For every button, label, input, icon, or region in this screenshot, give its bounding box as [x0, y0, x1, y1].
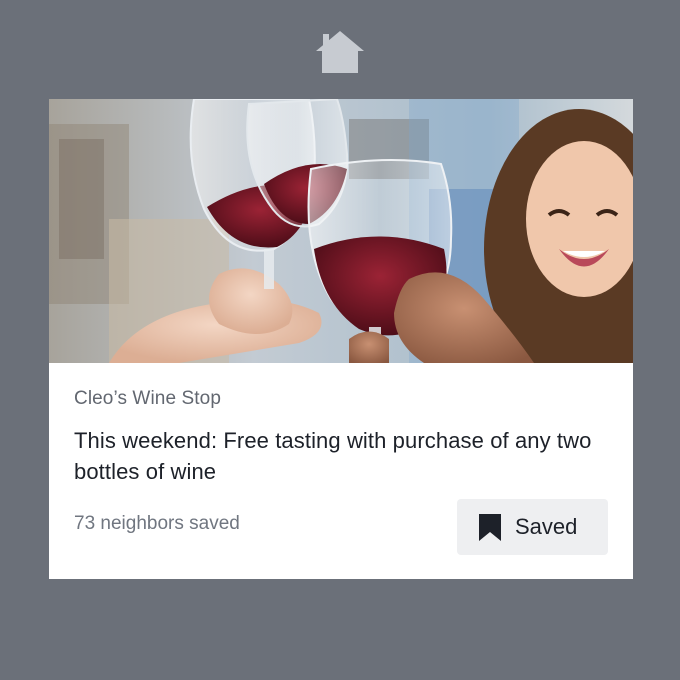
- post-body: Cleo’s Wine Stop This weekend: Free tast…: [49, 363, 633, 579]
- saved-count: 73 neighbors saved: [74, 513, 240, 534]
- business-name[interactable]: Cleo’s Wine Stop: [74, 388, 221, 410]
- saved-button-label: Saved: [515, 514, 578, 539]
- bookmark-icon: [479, 513, 501, 541]
- home-icon[interactable]: [315, 30, 365, 74]
- wine-toast-photo[interactable]: [49, 99, 633, 363]
- post-headline[interactable]: This weekend: Free tasting with purchase…: [74, 425, 604, 487]
- post-card[interactable]: Cleo’s Wine Stop This weekend: Free tast…: [49, 99, 633, 579]
- photo-illustration: [49, 99, 633, 363]
- saved-button[interactable]: Saved: [457, 499, 608, 555]
